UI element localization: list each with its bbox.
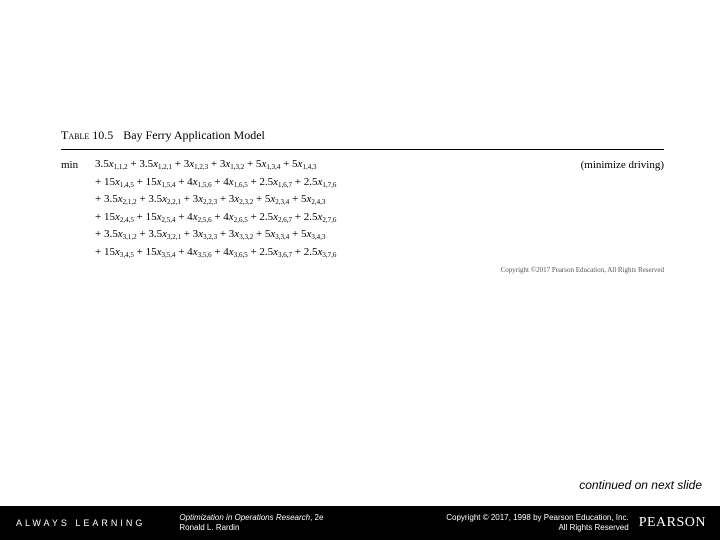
term: + 2.5x3,7,6 (295, 246, 337, 258)
term: + 15x3,5,4 (137, 246, 179, 258)
term: + 2.5x2,7,6 (295, 211, 337, 223)
objective: min 3.5x1,1,2 + 3.5x1,2,1 + 3x1,2,3 + 3x… (61, 156, 664, 262)
term-row: + 15x1,4,5 + 15x1,5,4 + 4x1,5,6 + 4x1,6,… (95, 174, 563, 192)
pearson-logo: PEARSON (639, 515, 720, 531)
term: 3.5x1,1,2 (95, 158, 130, 170)
term: + 2.5x2,6,7 (250, 211, 294, 223)
term: + 3.5x2,1,2 (95, 193, 139, 205)
term: + 3x2,3,2 (220, 193, 256, 205)
term-row: + 15x3,4,5 + 15x3,5,4 + 4x3,5,6 + 4x3,6,… (95, 244, 563, 262)
term: + 3.5x3,1,2 (95, 228, 139, 240)
term: + 15x1,4,5 (95, 176, 137, 188)
footer-copyright: Copyright © 2017, 1998 by Pearson Educat… (323, 513, 638, 534)
term: + 5x2,4,3 (292, 193, 325, 205)
objective-note: (minimize driving) (563, 156, 664, 262)
term: + 2.5x1,6,7 (250, 176, 294, 188)
term: + 15x2,5,4 (137, 211, 179, 223)
term: + 3x2,2,3 (184, 193, 220, 205)
term: + 2.5x1,7,6 (295, 176, 337, 188)
always-learning-brand: ALWAYS LEARNING (0, 518, 145, 528)
term: + 5x3,4,3 (292, 228, 325, 240)
book-author: Ronald L. Rardin (179, 523, 323, 533)
term: + 5x1,4,3 (283, 158, 316, 170)
copyright-line-2: All Rights Reserved (323, 523, 628, 533)
term: + 4x3,6,5 (214, 246, 250, 258)
term: + 4x2,6,5 (214, 211, 250, 223)
term: + 3x3,3,2 (220, 228, 256, 240)
term: + 15x3,4,5 (95, 246, 137, 258)
slide: Table 10.5 Bay Ferry Application Model m… (0, 0, 720, 540)
table-header: Table 10.5 Bay Ferry Application Model (61, 128, 664, 150)
objective-terms: 3.5x1,1,2 + 3.5x1,2,1 + 3x1,2,3 + 3x1,3,… (95, 156, 563, 262)
term: + 2.5x3,6,7 (250, 246, 294, 258)
term: + 5x2,3,4 (256, 193, 292, 205)
term: + 3.5x3,2,1 (139, 228, 183, 240)
continued-label: continued on next slide (579, 478, 702, 492)
term: + 3x3,2,3 (184, 228, 220, 240)
table-number: Table 10.5 (61, 128, 113, 143)
table-title: Bay Ferry Application Model (123, 128, 265, 143)
book-edition: , 2e (310, 513, 323, 522)
term-row: + 3.5x3,1,2 + 3.5x3,2,1 + 3x3,2,3 + 3x3,… (95, 226, 563, 244)
objective-label: min (61, 156, 95, 262)
term-row: 3.5x1,1,2 + 3.5x1,2,1 + 3x1,2,3 + 3x1,3,… (95, 156, 563, 174)
term: + 3x1,3,2 (211, 158, 247, 170)
term: + 3.5x2,2,1 (139, 193, 183, 205)
term: + 4x1,6,5 (214, 176, 250, 188)
copyright-line-1: Copyright © 2017, 1998 by Pearson Educat… (323, 513, 628, 523)
term: + 3x1,2,3 (175, 158, 211, 170)
term: + 4x1,5,6 (178, 176, 214, 188)
term-row: + 3.5x2,1,2 + 3.5x2,2,1 + 3x2,2,3 + 3x2,… (95, 191, 563, 209)
term: + 5x3,3,4 (256, 228, 292, 240)
table-copyright: Copyright ©2017 Pearson Education, All R… (61, 266, 664, 274)
book-info: Optimization in Operations Research, 2e … (145, 513, 323, 534)
term: + 15x1,5,4 (137, 176, 179, 188)
term: + 15x2,4,5 (95, 211, 137, 223)
term: + 5x1,3,4 (247, 158, 283, 170)
book-title: Optimization in Operations Research (179, 513, 310, 522)
term-row: + 15x2,4,5 + 15x2,5,4 + 4x2,5,6 + 4x2,6,… (95, 209, 563, 227)
term: + 4x3,5,6 (178, 246, 214, 258)
term: + 4x2,5,6 (178, 211, 214, 223)
table-block: Table 10.5 Bay Ferry Application Model m… (61, 128, 664, 274)
footer: ALWAYS LEARNING Optimization in Operatio… (0, 506, 720, 540)
term: + 3.5x1,2,1 (130, 158, 174, 170)
